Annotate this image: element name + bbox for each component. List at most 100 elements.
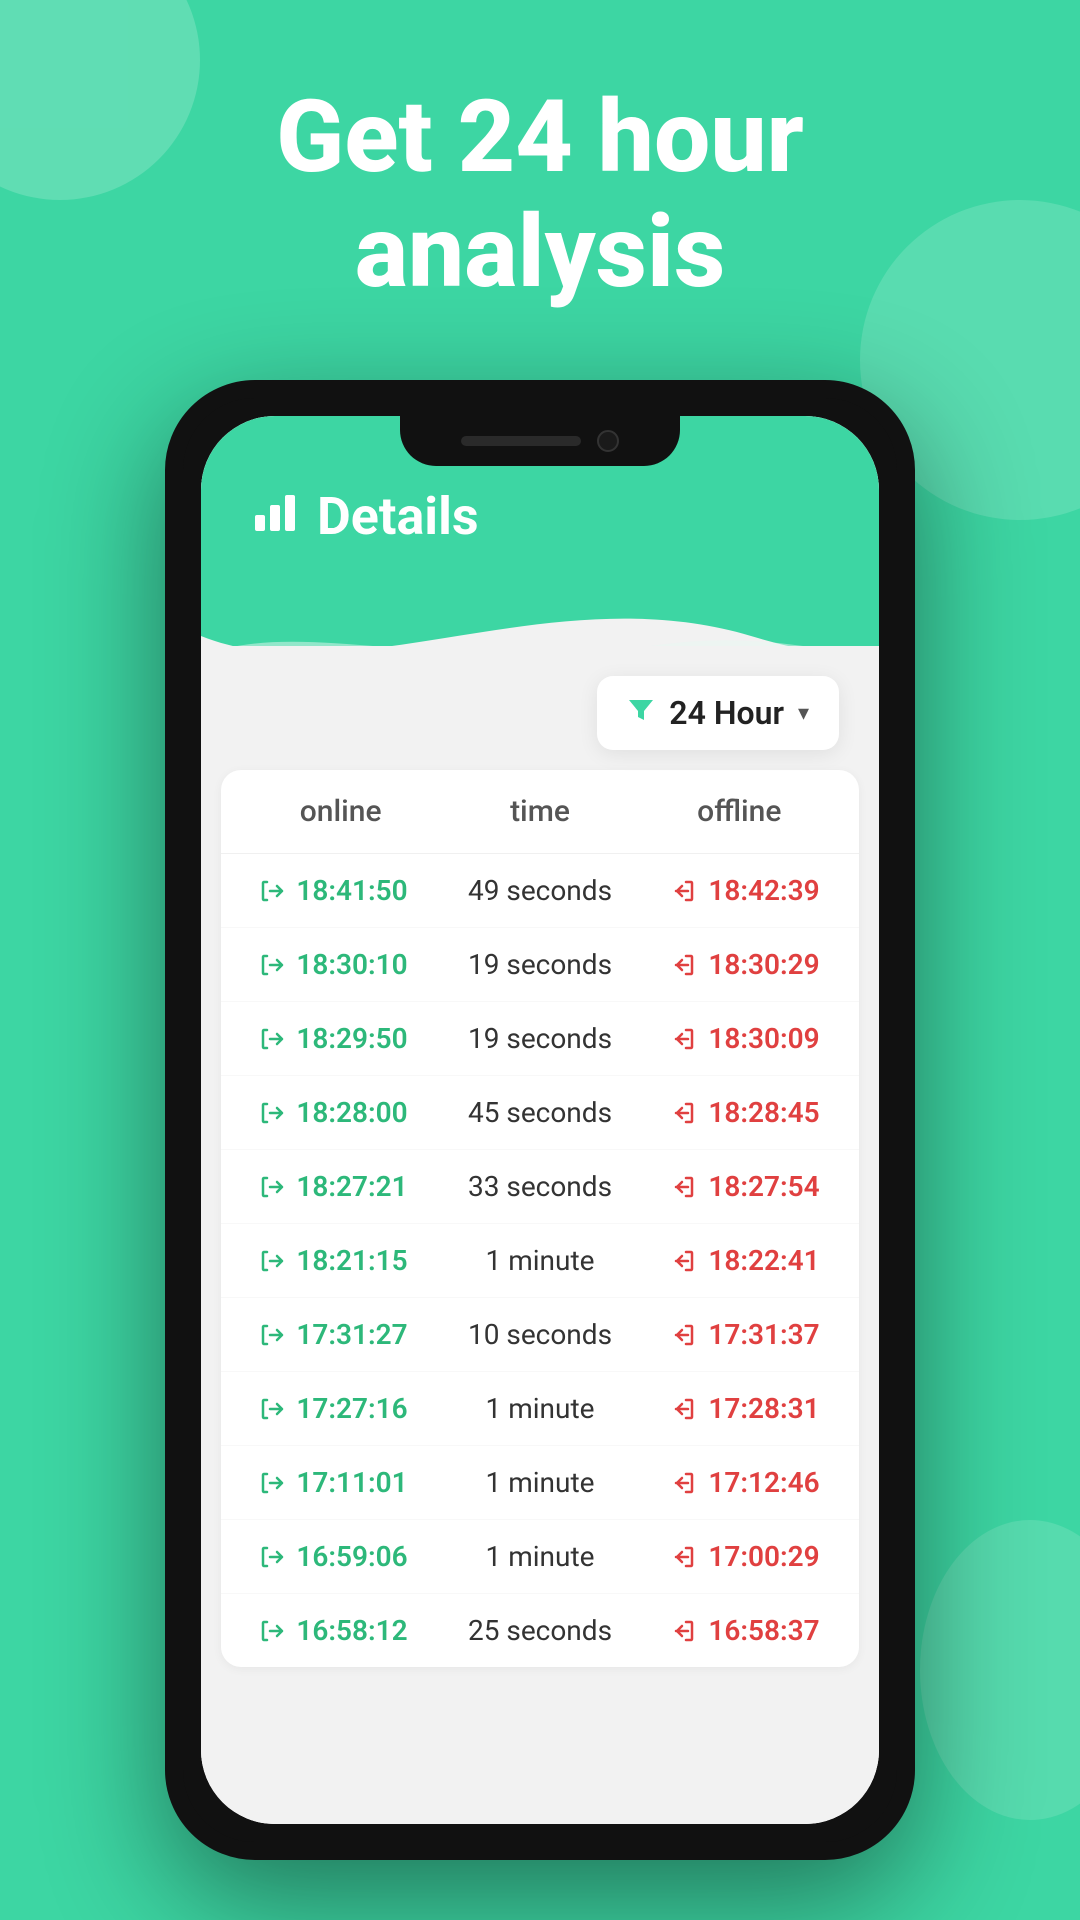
app-screen: Details 24 Hour bbox=[201, 416, 879, 1824]
cell-offline-10: 16:58:37 bbox=[643, 1614, 849, 1647]
online-time-9: 16:59:06 bbox=[296, 1540, 407, 1573]
hero-title: Get 24 hour analysis bbox=[0, 80, 1080, 310]
table-row: 16:58:12 25 seconds 16:58:37 bbox=[221, 1594, 859, 1667]
duration-5: 1 minute bbox=[486, 1244, 595, 1277]
offline-time-7: 17:28:31 bbox=[708, 1392, 819, 1425]
cell-offline-7: 17:28:31 bbox=[643, 1392, 849, 1425]
phone-btn-volume-up bbox=[173, 598, 181, 678]
online-time-8: 17:11:01 bbox=[296, 1466, 407, 1499]
filter-label: 24 Hour bbox=[669, 694, 784, 732]
cell-online-0: 18:41:50 bbox=[231, 874, 437, 907]
table-body: 18:41:50 49 seconds 18:42:39 18:30:10 bbox=[221, 854, 859, 1667]
cell-online-10: 16:58:12 bbox=[231, 1614, 437, 1647]
duration-1: 19 seconds bbox=[468, 948, 612, 981]
table-row: 18:29:50 19 seconds 18:30:09 bbox=[221, 1002, 859, 1076]
offline-time-1: 18:30:29 bbox=[708, 948, 819, 981]
chart-icon bbox=[251, 487, 299, 547]
login-icon bbox=[260, 952, 286, 978]
offline-time-10: 16:58:37 bbox=[708, 1614, 819, 1647]
phone-btn-volume-down bbox=[173, 708, 181, 788]
table-row: 17:27:16 1 minute 17:28:31 bbox=[221, 1372, 859, 1446]
cell-offline-5: 18:22:41 bbox=[643, 1244, 849, 1277]
offline-time-2: 18:30:09 bbox=[708, 1022, 819, 1055]
online-time-4: 18:27:21 bbox=[296, 1170, 407, 1203]
cell-online-3: 18:28:00 bbox=[231, 1096, 437, 1129]
duration-8: 1 minute bbox=[486, 1466, 595, 1499]
filter-dropdown[interactable]: 24 Hour ▾ bbox=[597, 676, 839, 750]
phone-frame: Details 24 Hour bbox=[165, 380, 915, 1860]
duration-3: 45 seconds bbox=[468, 1096, 612, 1129]
logout-icon bbox=[672, 952, 698, 978]
header-title-row: Details bbox=[251, 486, 479, 547]
cell-online-6: 17:31:27 bbox=[231, 1318, 437, 1351]
offline-time-5: 18:22:41 bbox=[708, 1244, 819, 1277]
phone-btn-power bbox=[899, 658, 907, 778]
online-time-3: 18:28:00 bbox=[296, 1096, 407, 1129]
duration-7: 1 minute bbox=[486, 1392, 595, 1425]
col-online: online bbox=[241, 794, 440, 829]
cell-duration-3: 45 seconds bbox=[437, 1096, 643, 1129]
login-icon bbox=[260, 1248, 286, 1274]
login-icon bbox=[260, 1544, 286, 1570]
phone-mockup: Details 24 Hour bbox=[165, 380, 915, 1860]
online-time-2: 18:29:50 bbox=[296, 1022, 407, 1055]
cell-duration-6: 10 seconds bbox=[437, 1318, 643, 1351]
logout-icon bbox=[672, 1100, 698, 1126]
filter-icon bbox=[627, 695, 655, 731]
offline-time-9: 17:00:29 bbox=[708, 1540, 819, 1573]
cell-online-2: 18:29:50 bbox=[231, 1022, 437, 1055]
speaker bbox=[461, 436, 581, 446]
logout-icon bbox=[672, 1618, 698, 1644]
login-icon bbox=[260, 1026, 286, 1052]
app-title: Details bbox=[317, 486, 479, 547]
hero-title-line2: analysis bbox=[355, 194, 726, 311]
logout-icon bbox=[672, 1174, 698, 1200]
col-time: time bbox=[440, 794, 639, 829]
logout-icon bbox=[672, 1396, 698, 1422]
phone-notch bbox=[400, 416, 680, 466]
cell-duration-4: 33 seconds bbox=[437, 1170, 643, 1203]
online-time-0: 18:41:50 bbox=[296, 874, 407, 907]
offline-time-0: 18:42:39 bbox=[708, 874, 819, 907]
table-row: 18:30:10 19 seconds 18:30:29 bbox=[221, 928, 859, 1002]
login-icon bbox=[260, 1618, 286, 1644]
table-row: 17:31:27 10 seconds 17:31:37 bbox=[221, 1298, 859, 1372]
offline-time-6: 17:31:37 bbox=[708, 1318, 819, 1351]
cell-online-9: 16:59:06 bbox=[231, 1540, 437, 1573]
cell-offline-2: 18:30:09 bbox=[643, 1022, 849, 1055]
login-icon bbox=[260, 1322, 286, 1348]
phone-screen: Details 24 Hour bbox=[201, 416, 879, 1824]
login-icon bbox=[260, 1396, 286, 1422]
cell-offline-0: 18:42:39 bbox=[643, 874, 849, 907]
session-table: online time offline 18:41:50 49 seconds bbox=[221, 770, 859, 1667]
cell-online-1: 18:30:10 bbox=[231, 948, 437, 981]
cell-offline-8: 17:12:46 bbox=[643, 1466, 849, 1499]
duration-10: 25 seconds bbox=[468, 1614, 612, 1647]
table-row: 17:11:01 1 minute 17:12:46 bbox=[221, 1446, 859, 1520]
offline-time-4: 18:27:54 bbox=[708, 1170, 819, 1203]
table-row: 18:28:00 45 seconds 18:28:45 bbox=[221, 1076, 859, 1150]
cell-duration-10: 25 seconds bbox=[437, 1614, 643, 1647]
duration-0: 49 seconds bbox=[468, 874, 612, 907]
offline-time-8: 17:12:46 bbox=[708, 1466, 819, 1499]
col-offline: offline bbox=[640, 794, 839, 829]
cell-offline-3: 18:28:45 bbox=[643, 1096, 849, 1129]
bg-blob-bottom-right bbox=[920, 1520, 1080, 1820]
content-area: 24 Hour ▾ online time offline bbox=[201, 646, 879, 1824]
chevron-down-icon: ▾ bbox=[798, 701, 809, 726]
online-time-1: 18:30:10 bbox=[296, 948, 407, 981]
duration-9: 1 minute bbox=[486, 1540, 595, 1573]
cell-duration-9: 1 minute bbox=[437, 1540, 643, 1573]
front-camera bbox=[597, 430, 619, 452]
login-icon bbox=[260, 1174, 286, 1200]
table-row: 16:59:06 1 minute 17:00:29 bbox=[221, 1520, 859, 1594]
online-time-5: 18:21:15 bbox=[296, 1244, 407, 1277]
logout-icon bbox=[672, 1248, 698, 1274]
cell-offline-9: 17:00:29 bbox=[643, 1540, 849, 1573]
table-row: 18:41:50 49 seconds 18:42:39 bbox=[221, 854, 859, 928]
table-row: 18:21:15 1 minute 18:22:41 bbox=[221, 1224, 859, 1298]
hero-title-line1: Get 24 hour bbox=[276, 79, 804, 196]
table-row: 18:27:21 33 seconds 18:27:54 bbox=[221, 1150, 859, 1224]
cell-duration-8: 1 minute bbox=[437, 1466, 643, 1499]
login-icon bbox=[260, 1100, 286, 1126]
